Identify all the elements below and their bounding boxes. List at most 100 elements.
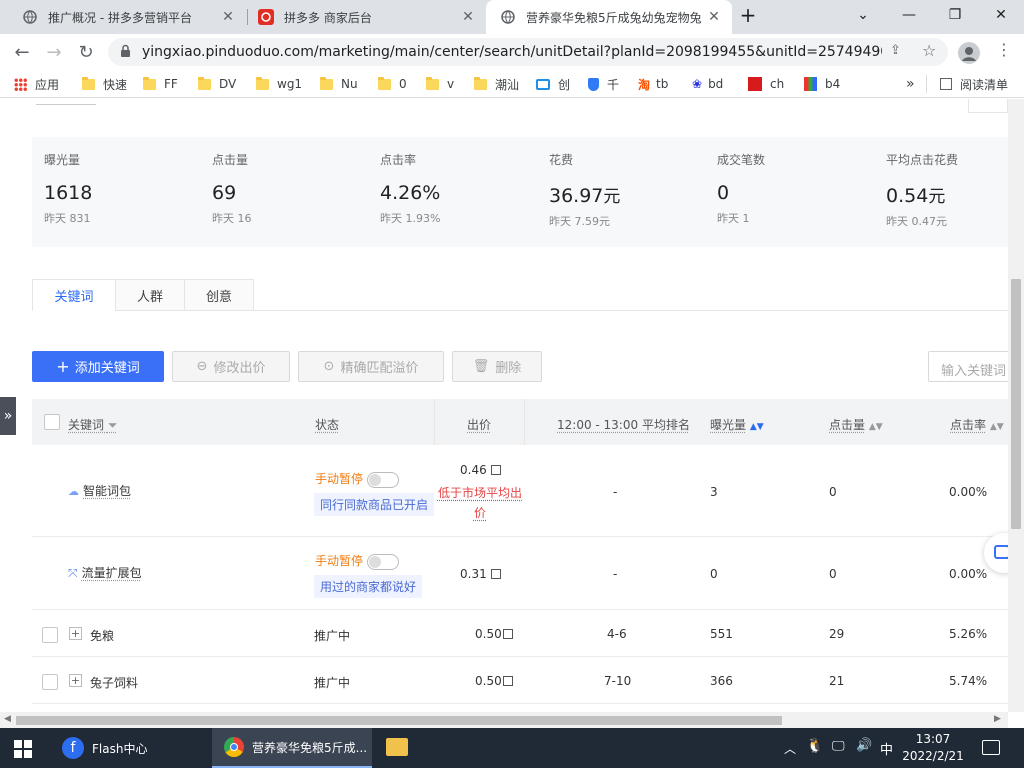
edit-icon[interactable] xyxy=(502,676,513,686)
bookmark-divider xyxy=(926,75,927,93)
bookmark-apps[interactable]: 应用 xyxy=(14,76,59,92)
restore-button[interactable]: ❐ xyxy=(932,0,978,30)
address-bar[interactable]: yingxiao.pinduoduo.com/marketing/main/ce… xyxy=(108,38,948,66)
lock-icon[interactable] xyxy=(120,44,131,61)
bid-value[interactable]: 0.46 xyxy=(460,463,501,477)
minimize-button[interactable]: — xyxy=(886,0,932,30)
menu-kebab-icon[interactable]: ⋮ xyxy=(996,40,1012,59)
stat-label: 点击量 xyxy=(212,153,249,167)
clock[interactable]: 13:07 2022/2/21 xyxy=(900,731,966,765)
horizontal-scrollbar[interactable]: ◀ ▶ xyxy=(0,712,1008,728)
edit-icon[interactable] xyxy=(490,569,501,579)
scroll-right-icon[interactable]: ▶ xyxy=(994,714,1001,724)
expand-row-button[interactable]: + xyxy=(69,627,82,640)
vertical-scrollbar[interactable] xyxy=(1008,99,1024,712)
bookmark-site[interactable]: 千 xyxy=(588,76,619,92)
forward-button[interactable]: → xyxy=(40,38,68,66)
bookmark-folder[interactable]: 快速 xyxy=(82,76,127,92)
back-button[interactable]: ← xyxy=(8,38,36,66)
header-impressions[interactable]: 曝光量 ▲▼ xyxy=(710,416,764,433)
bookmark-site[interactable]: ch xyxy=(748,76,784,92)
cloud-icon: ☁ xyxy=(68,485,79,498)
header-keyword[interactable]: 关键词 ⏷ xyxy=(68,416,117,433)
bookmark-folder[interactable]: 潮汕 xyxy=(474,76,519,92)
close-icon[interactable]: ✕ xyxy=(704,9,724,25)
bid-value[interactable]: 0.50 xyxy=(475,627,513,641)
taskbar-chrome-app[interactable]: 营养豪华免粮5斤成... xyxy=(212,728,372,768)
chat-button[interactable] xyxy=(984,533,1008,573)
row-checkbox[interactable] xyxy=(42,627,58,643)
bookmark-site[interactable]: 淘 tb xyxy=(638,76,668,92)
sort-icon[interactable]: ▲▼ xyxy=(990,422,1004,432)
browser-tab-merchant[interactable]: 拼多多 商家后台 ✕ xyxy=(236,0,486,34)
bid-value[interactable]: 0.50 xyxy=(475,674,513,688)
bookmark-folder[interactable]: v xyxy=(426,76,454,92)
tab-creative[interactable]: 创意 xyxy=(184,279,254,311)
filter-icon[interactable]: ⏷ xyxy=(108,418,118,432)
scrollbar-thumb[interactable] xyxy=(16,716,782,725)
select-all-checkbox[interactable] xyxy=(44,414,60,430)
reading-list-icon xyxy=(940,78,952,90)
notification-icon[interactable] xyxy=(982,740,1000,755)
scrollbar-thumb[interactable] xyxy=(1011,279,1021,529)
avatar[interactable] xyxy=(958,42,980,64)
bookmark-site[interactable]: ❀ bd xyxy=(692,76,723,92)
ime-indicator[interactable]: 中 xyxy=(880,739,893,758)
bookmark-folder[interactable]: FF xyxy=(143,76,178,92)
bookmark-folder[interactable]: Nu xyxy=(320,76,358,92)
status-toggle[interactable] xyxy=(367,553,400,570)
taskbar-flash-app[interactable]: f Flash中心 xyxy=(52,728,210,768)
add-keyword-button[interactable]: + 添加关键词 xyxy=(32,351,164,382)
file-explorer-icon[interactable] xyxy=(386,738,408,756)
windows-start-icon[interactable] xyxy=(14,740,32,761)
keyword-search-input[interactable]: 输入关键词 xyxy=(928,351,1008,382)
delete-button[interactable]: 🗑 删除 xyxy=(452,351,542,382)
tab-search-chevron-icon[interactable]: ⌄ xyxy=(840,0,886,30)
volume-icon[interactable]: 🔊 xyxy=(856,738,872,753)
header-ctr[interactable]: 点击率 ▲▼ xyxy=(950,416,1004,433)
new-tab-button[interactable]: + xyxy=(733,0,763,30)
tab-title: 推广概况 - 拼多多营销平台 xyxy=(48,10,192,25)
bookmarks-overflow-button[interactable]: » xyxy=(906,76,915,92)
bookmark-site[interactable]: b4 xyxy=(804,76,840,92)
close-window-button[interactable]: ✕ xyxy=(978,0,1024,30)
qq-penguin-icon[interactable]: 🐧 xyxy=(806,738,823,754)
tab-audience[interactable]: 人群 xyxy=(115,279,185,311)
bookmark-folder[interactable]: DV xyxy=(198,76,236,92)
star-icon[interactable]: ☆ xyxy=(922,41,936,60)
close-icon[interactable]: ✕ xyxy=(218,9,238,25)
bookmark-folder[interactable]: wg1 xyxy=(256,76,302,92)
hint-tag: 用过的商家都说好 xyxy=(314,575,423,598)
folder-icon xyxy=(198,76,211,90)
network-icon[interactable]: 🖵 xyxy=(832,739,845,754)
close-icon[interactable]: ✕ xyxy=(458,9,478,25)
browser-tab-active[interactable]: 营养豪华免粮5斤成兔幼兔宠物兔 ✕ xyxy=(486,0,732,34)
side-expand-button[interactable]: » xyxy=(0,397,16,435)
browser-tab-promo-overview[interactable]: 推广概况 - 拼多多营销平台 ✕ xyxy=(0,0,246,34)
bookmark-folder[interactable]: 0 xyxy=(378,76,407,92)
modify-bid-button[interactable]: ⊖ 修改出价 xyxy=(172,351,290,382)
exact-match-premium-button[interactable]: ⊙ 精确匹配溢价 xyxy=(298,351,444,382)
header-clicks[interactable]: 点击量 ▲▼ xyxy=(829,416,883,433)
traffic-expansion-pack-name[interactable]: ⤧ 流量扩展包 xyxy=(68,564,142,581)
edit-icon[interactable] xyxy=(502,629,513,639)
bid-value[interactable]: 0.31 xyxy=(460,567,501,581)
reading-list-button[interactable]: 阅读清单 xyxy=(940,76,1008,92)
status-toggle[interactable] xyxy=(367,471,400,488)
clicks: 0 xyxy=(829,567,837,581)
reload-button[interactable]: ↻ xyxy=(72,38,100,66)
share-icon[interactable]: ⇪ xyxy=(890,43,901,58)
baidu-paw-icon: ❀ xyxy=(692,77,703,91)
scroll-left-icon[interactable]: ◀ xyxy=(4,714,11,724)
tray-chevron-icon[interactable]: ︿ xyxy=(784,740,796,757)
row-checkbox[interactable] xyxy=(42,674,58,690)
yen-circle-icon: ⊖ xyxy=(196,359,208,374)
sort-icon[interactable]: ▲▼ xyxy=(869,422,883,432)
chinaz-icon xyxy=(748,77,762,91)
tab-keywords[interactable]: 关键词 xyxy=(32,279,116,311)
bookmark-site[interactable]: 创 xyxy=(536,76,570,92)
sort-icon[interactable]: ▲▼ xyxy=(750,422,764,432)
edit-icon[interactable] xyxy=(490,465,501,475)
expand-row-button[interactable]: + xyxy=(69,674,82,687)
smart-word-pack-name[interactable]: ☁ 智能词包 xyxy=(68,482,131,499)
